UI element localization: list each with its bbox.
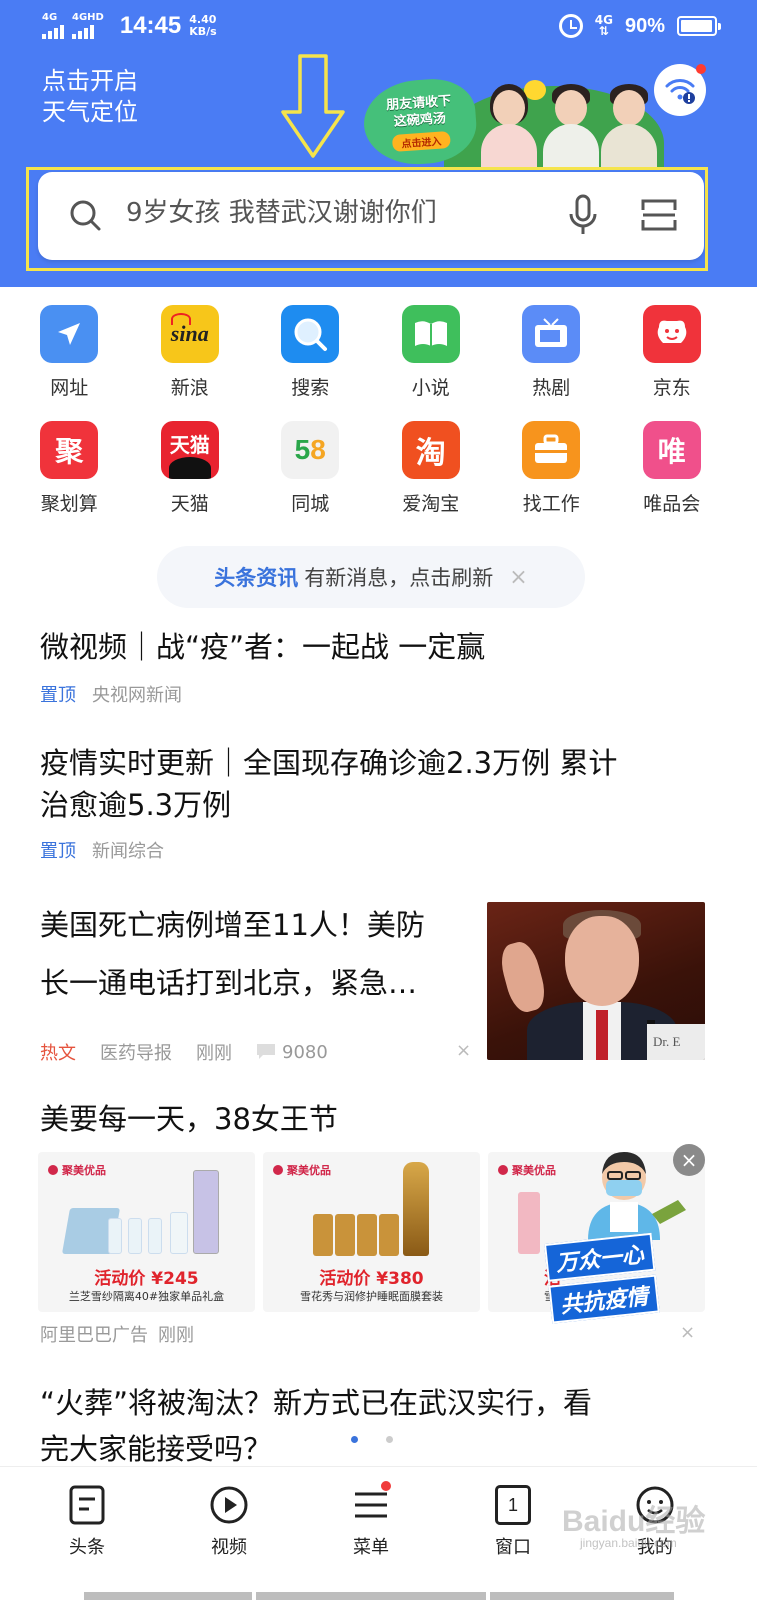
weather-location-prompt[interactable]: 点击开启 天气定位 <box>42 66 138 128</box>
search-bar[interactable] <box>38 172 704 260</box>
nav-menu[interactable]: 菜单 <box>321 1481 421 1559</box>
news-meta: 置顶 新闻综合 <box>40 837 188 863</box>
search-input[interactable] <box>126 198 526 228</box>
signal-icon: 4G <box>42 13 64 39</box>
app-shortcut-sina[interactable]: sina 新浪 <box>130 305 251 421</box>
tv-icon <box>522 305 581 363</box>
app-shortcut-taobao[interactable]: 淘 爱淘宝 <box>371 421 492 537</box>
app-shortcut-dramas[interactable]: 热剧 <box>491 305 612 421</box>
ad-meta: 阿里巴巴广告 刚刚 <box>40 1321 218 1347</box>
notification-dot <box>381 1481 391 1491</box>
search-icon <box>70 200 101 231</box>
nav-windows[interactable]: 1 窗口 <box>463 1485 563 1559</box>
news-meta: 热文 医药导报 刚刚 9080 <box>40 1039 352 1065</box>
app-shortcut-grid: 网址 sina 新浪 搜索 小说 热剧 京东 聚 聚划算 天猫 天猫 5 8 同… <box>0 305 757 537</box>
down-arrow-annotation <box>281 54 345 158</box>
magnifier-icon <box>281 305 340 363</box>
app-shortcut-jobs[interactable]: 找工作 <box>491 421 612 537</box>
name-placard: Dr. E <box>647 1024 705 1060</box>
close-icon[interactable]: × <box>673 1144 705 1176</box>
headline-icon <box>69 1485 105 1525</box>
battery-icon <box>677 16 721 36</box>
taobao-icon: 淘 <box>401 421 460 479</box>
microphone-icon[interactable] <box>568 194 598 238</box>
person-illustration <box>476 78 542 168</box>
pinned-tag: 置顶 <box>40 841 76 862</box>
brand-logo: 聚美优品 <box>273 1162 331 1178</box>
news-source: 新闻综合 <box>92 841 164 862</box>
news-title[interactable]: 疫情实时更新｜全国现存确诊逾2.3万例 累计 治愈逾5.3万例 <box>40 742 617 826</box>
app-shortcut-58[interactable]: 58 同城 <box>250 421 371 537</box>
header: 4G 4GHD 14:45 4.40 KB/s 4G ⇅ 90% 点击开启 天气定… <box>0 0 757 287</box>
ad-title[interactable]: 美要每一天，38女王节 <box>40 1098 338 1140</box>
gesture-bar <box>256 1592 486 1600</box>
58-icon: 58 <box>281 421 340 479</box>
tmall-icon: 天猫 <box>160 421 219 479</box>
app-shortcut-vip[interactable]: 唯 唯品会 <box>612 421 733 537</box>
news-thumbnail[interactable]: Dr. E <box>487 902 705 1060</box>
battery-percent: 90% <box>624 14 665 37</box>
window-icon: 1 <box>495 1485 531 1525</box>
play-icon <box>210 1486 248 1524</box>
close-icon[interactable]: × <box>509 565 527 590</box>
person-illustration <box>538 78 604 168</box>
hot-tag: 热文 <box>40 1043 76 1064</box>
vip-icon: 唯 <box>642 421 701 479</box>
watermark: Baidu经验 <box>562 1505 706 1538</box>
news-title[interactable]: “火葬”将被淘汰？新方式已在武汉实行，看 完大家能接受吗？ <box>40 1380 592 1472</box>
ad-card[interactable]: 聚美优品 活动价 ¥380 雪花秀与润修护睡眠面膜套装 <box>263 1152 480 1312</box>
app-shortcut-novels[interactable]: 小说 <box>371 305 492 421</box>
comment-count: 9080 <box>282 1041 328 1063</box>
ju-icon: 聚 <box>40 421 99 479</box>
news-time: 刚刚 <box>196 1043 232 1064</box>
gesture-bar <box>84 1592 252 1600</box>
network-speed: 4.40 KB/s <box>189 13 217 38</box>
clock: 14:45 <box>119 12 182 39</box>
status-bar: 4G 4GHD 14:45 4.40 KB/s 4G ⇅ 90% <box>0 0 757 58</box>
app-shortcut-tmall[interactable]: 天猫 天猫 <box>130 421 251 537</box>
wifi-button[interactable] <box>654 64 706 116</box>
briefcase-icon <box>522 421 581 479</box>
alarm-icon <box>558 14 583 38</box>
brand-logo: 聚美优品 <box>48 1162 106 1178</box>
news-meta: 置顶 央视网新闻 <box>40 681 206 707</box>
news-title[interactable]: 美国死亡病例增至11人！美防 长一通电话打到北京，紧急… <box>40 896 480 1012</box>
page-indicator <box>351 1436 393 1443</box>
nav-video[interactable]: 视频 <box>179 1485 279 1559</box>
promo-banner[interactable]: 朋友请收下 这碗鸡汤 点击进入 <box>361 72 664 168</box>
notification-dot <box>696 64 706 74</box>
scan-icon[interactable] <box>640 196 678 234</box>
sina-logo-icon: sina <box>160 305 219 363</box>
app-shortcut-websites[interactable]: 网址 <box>9 305 130 421</box>
person-illustration <box>596 78 662 168</box>
app-shortcut-search[interactable]: 搜索 <box>250 305 371 421</box>
pinned-tag: 置顶 <box>40 685 76 706</box>
news-source: 医药导报 <box>100 1043 172 1064</box>
news-title[interactable]: 微视频｜战“疫”者：一起战 一定赢 <box>40 626 485 668</box>
promo-enter-button[interactable]: 点击进入 <box>391 130 451 152</box>
news-source: 央视网新闻 <box>92 685 182 706</box>
ad-source: 阿里巴巴广告 <box>40 1325 148 1346</box>
jd-dog-icon <box>642 305 701 363</box>
watermark-url: jingyan.baidu.com <box>580 1536 677 1550</box>
wifi-alert-icon <box>665 79 695 104</box>
signal-icon: 4GHD <box>72 13 104 39</box>
nav-headlines[interactable]: 头条 <box>37 1485 137 1559</box>
menu-icon <box>355 1492 387 1518</box>
navigation-arrow-icon <box>40 305 99 363</box>
ad-time: 刚刚 <box>158 1325 194 1346</box>
gesture-bar <box>490 1592 674 1600</box>
open-book-icon <box>401 305 460 363</box>
ad-card[interactable]: 聚美优品 活动价 ¥245 兰芝雪纱隔离40#独家单品礼盒 <box>38 1152 255 1312</box>
comment-icon <box>257 1044 275 1059</box>
app-shortcut-juhuasuan[interactable]: 聚 聚划算 <box>9 421 130 537</box>
mobile-data-icon: 4G ⇅ <box>594 13 613 38</box>
app-shortcut-jd[interactable]: 京东 <box>612 305 733 421</box>
dismiss-icon[interactable]: × <box>680 1322 695 1343</box>
news-refresh-notice[interactable]: 头条资讯 有新消息，点击刷新 × <box>157 546 585 608</box>
dismiss-icon[interactable]: × <box>456 1040 471 1061</box>
